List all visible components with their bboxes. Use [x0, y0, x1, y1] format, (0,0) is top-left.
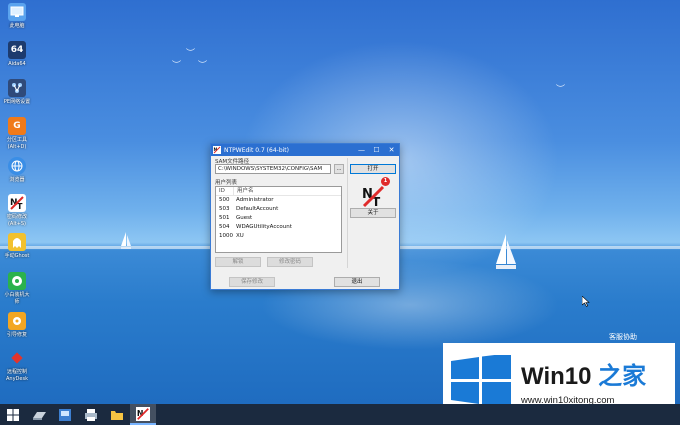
user-name: XU [236, 233, 244, 239]
desktop-icon-label: 小白装机大 师 [4, 292, 30, 305]
ntpwedit-task-button[interactable]: N [130, 404, 156, 425]
computer-manager-icon [59, 408, 71, 421]
desktop-icon-label: Aida64 [8, 61, 26, 67]
ntpwedit-window: N NTPWEdit 0.7 (64-bit) — ☐ ✕ SAM文件路径 C:… [210, 143, 400, 290]
ntpwedit-icon: N [136, 406, 150, 421]
remote-assist-label: 客服协助 [609, 333, 637, 341]
ghost-icon [8, 233, 26, 251]
user-name: Guest [236, 215, 253, 221]
ntpwedit-icon: N [213, 146, 221, 154]
desktop-icon-anydesk[interactable]: 远程控制 AnyDesk [2, 349, 32, 383]
ntpwedit-logo-icon: N T [362, 185, 385, 208]
sam-path-field[interactable]: C:\WINDOWS\SYSTEM32\CONFIG\SAM [215, 164, 331, 174]
file-explorer-button[interactable] [104, 404, 130, 425]
desktop-icon-this-pc[interactable]: 此电脑 [2, 3, 32, 30]
sailboat-icon [496, 234, 516, 269]
boot-repair-icon [8, 312, 26, 330]
user-id: 500 [219, 197, 230, 203]
watermark-brand-prefix: Win10 [521, 362, 599, 390]
anydesk-icon [8, 349, 26, 367]
watermark-brand-suffix: 之家 [598, 362, 647, 390]
column-id[interactable]: ID [216, 187, 233, 195]
computer-icon [8, 3, 26, 21]
desktop-icon-aida64[interactable]: 64 Aida64 [2, 41, 32, 68]
watermark-brand: Win10 之家 [521, 356, 646, 391]
save-changes-button[interactable]: 保存修改 [229, 277, 275, 287]
user-list-label: 用户列表 [215, 180, 238, 186]
user-name: Administrator [236, 197, 274, 203]
windows-logo-icon [451, 354, 511, 407]
exit-button[interactable]: 退出 [334, 277, 380, 287]
desktop-icon-label: 浏览器 [9, 177, 25, 183]
desktop-icon-label: PE网络设置 [3, 99, 31, 105]
maximize-button[interactable]: ☐ [369, 144, 384, 156]
user-id: 504 [219, 224, 230, 230]
start-button[interactable] [0, 404, 26, 425]
xiaobai-icon [8, 272, 26, 290]
user-id: 501 [219, 215, 230, 221]
bird-icon: ︶ [186, 49, 196, 59]
user-id: 503 [219, 206, 230, 212]
drive-icon [33, 411, 46, 420]
desktop-icon-label: 密码修改 (Alt+S) [6, 214, 27, 227]
close-button[interactable]: ✕ [384, 144, 399, 156]
change-password-button[interactable]: 修改密码 [267, 257, 313, 267]
sailboat-icon [121, 232, 131, 249]
desktop-icon-label: 引导修复 [6, 332, 27, 338]
desktop-icon-label: 此电脑 [9, 23, 25, 29]
user-name: WDAGUtilityAccount [236, 224, 292, 230]
globe-icon [8, 157, 26, 175]
computer-manager-button[interactable] [52, 404, 78, 425]
desktop-icon-ghost[interactable]: 手动Ghost [2, 233, 32, 260]
minimize-button[interactable]: — [354, 144, 369, 156]
desktop-icon-label: 分区工具 (Alt+D) [6, 137, 27, 150]
desktop-icon-xiaobai[interactable]: 小白装机大 师 [2, 272, 32, 306]
notification-badge: 1 [381, 177, 390, 186]
folder-icon [111, 410, 123, 420]
open-button[interactable]: 打开 [350, 164, 396, 174]
desktop-icon-boot-repair[interactable]: 引导修复 [2, 312, 32, 339]
about-button[interactable]: 关于 [350, 208, 396, 218]
network-icon [8, 79, 26, 97]
user-row[interactable]: 504 WDAGUtilityAccount [216, 223, 341, 232]
partition-tool-icon: G [8, 117, 26, 135]
printer-icon [85, 408, 97, 421]
bird-icon: ︶ [198, 61, 208, 71]
desktop-icon-partition-tool[interactable]: G 分区工具 (Alt+D) [2, 117, 32, 151]
window-title: NTPWEdit 0.7 (64-bit) [224, 146, 289, 154]
user-list[interactable]: ID 用户名 500 Administrator 503 DefaultAcco… [215, 186, 342, 253]
windows-start-icon [7, 408, 19, 421]
bird-icon: ︶ [172, 61, 182, 71]
mouse-cursor-icon [582, 296, 590, 307]
user-row[interactable]: 1000 XU [216, 232, 341, 241]
desktop-icon-label: 远程控制 AnyDesk [6, 369, 28, 382]
window-titlebar[interactable]: N NTPWEdit 0.7 (64-bit) — ☐ ✕ [211, 144, 399, 156]
drive-button[interactable] [26, 404, 52, 425]
desktop-icon-pe-network[interactable]: PE网络设置 [2, 79, 32, 106]
unlock-button[interactable]: 解锁 [215, 257, 261, 267]
aida64-icon: 64 [8, 41, 26, 59]
user-row[interactable]: 503 DefaultAccount [216, 205, 341, 214]
browse-button[interactable]: ... [334, 164, 344, 174]
printer-button[interactable] [78, 404, 104, 425]
bird-icon: ︶ [556, 85, 566, 95]
user-name: DefaultAccount [236, 206, 279, 212]
desktop-icon-ntpwedit[interactable]: NT 密码修改 (Alt+S) [2, 194, 32, 228]
desktop-icon-label: 手动Ghost [4, 253, 30, 259]
ntpwedit-icon: NT [8, 194, 26, 212]
panel-divider [347, 158, 348, 268]
user-list-header: ID 用户名 [216, 187, 341, 196]
user-id: 1000 [219, 233, 233, 239]
user-row[interactable]: 500 Administrator [216, 196, 341, 205]
desktop-icon-browser[interactable]: 浏览器 [2, 157, 32, 184]
column-username[interactable]: 用户名 [233, 187, 289, 195]
user-row[interactable]: 501 Guest [216, 214, 341, 223]
taskbar: N [0, 404, 680, 425]
